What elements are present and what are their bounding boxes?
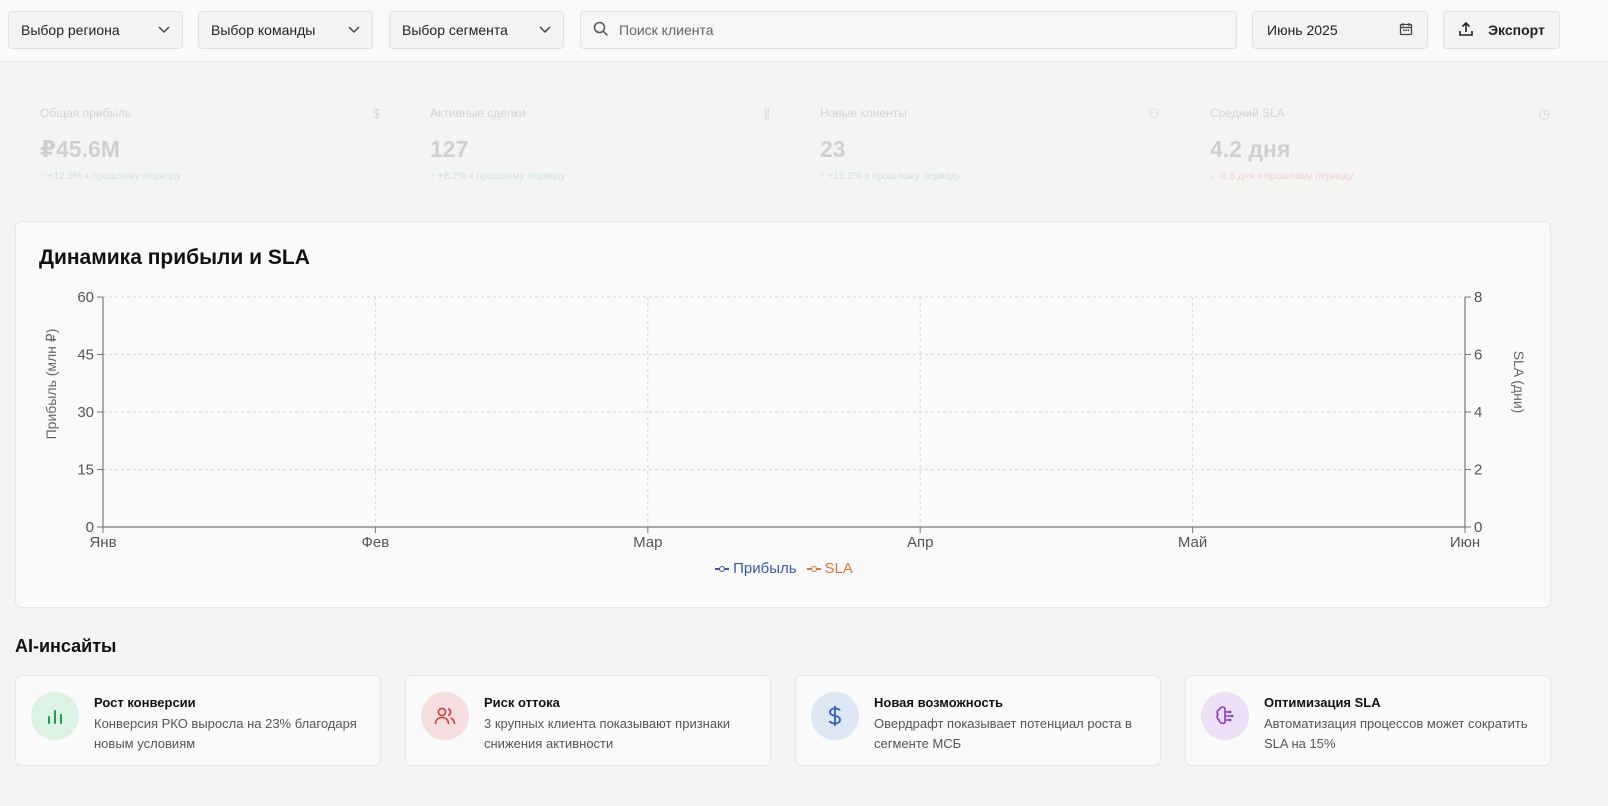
team-select[interactable]: Выбор команды [198,11,373,49]
insight-title: Новая возможность [874,695,1003,710]
kpi-label: Средний SLA [1210,106,1285,120]
clock-icon: ◷ [1538,106,1550,121]
dollar-icon: $ [372,106,380,121]
export-button[interactable]: Экспорт [1443,11,1560,49]
y-tick-label: 15 [77,462,94,479]
export-label: Экспорт [1488,22,1545,38]
region-select[interactable]: Выбор региона [8,11,183,49]
insight-card[interactable]: Рост конверсии Конверсия РКО выросла на … [15,675,381,766]
chart-card: Динамика прибыли и SLA 0 15 30 45 60 Янв Фев Ма… [15,221,1551,608]
bar-chart-icon [31,692,79,740]
insight-title: Риск оттока [484,695,560,710]
kpi-label: Новые клиенты [820,106,907,120]
kpi-delta: ↑ +15.3% к прошлому периоду [820,171,962,182]
legend-item-profit[interactable]: Прибыль [715,560,797,577]
legend-item-sla[interactable]: SLA [806,560,853,577]
kpi-card-new-clients: Новые клиенты ⚇ 23 ↑ +15.3% к прошлому п… [820,106,1160,182]
segment-select[interactable]: Выбор сегмента [389,11,564,49]
x-tick-label: Июн [1450,534,1480,551]
profit-sla-chart: 015304560Янв Фев Мар Апр Май Июн02468Прибыль … [43,289,1527,551]
chevron-down-icon [539,24,551,36]
kpi-value: 4.2 дня [1210,136,1291,162]
y2-tick-label: 2 [1474,462,1482,479]
kpi-label: Общая прибыль [40,106,132,120]
search-input[interactable] [619,22,1219,38]
y2-axis-title: SLA (дни) [1511,351,1527,414]
chevron-down-icon [158,24,170,36]
y-tick-label: 45 [77,347,94,364]
y2-tick-label: 8 [1474,289,1482,306]
search-icon [593,21,609,40]
insight-text: Овердрафт показывает потенциал роста в с… [874,716,1132,751]
date-picker-label: Июнь 2025 [1267,22,1338,38]
users-icon [421,692,469,740]
x-tick-label: Янв [89,534,116,551]
kpi-row: Общая прибыль $ ₽45.6M ↑ +12.5% к прошло… [0,66,1608,206]
y2-tick-label: 6 [1474,347,1482,364]
y-tick-label: 30 [77,404,94,421]
chart-legend: Прибыль SLA [16,560,1552,577]
legend-swatch [715,565,730,573]
kpi-value: ₽45.6M [40,136,120,162]
kpi-label: Активные сделки [430,106,526,120]
insight-title: Оптимизация SLA [1264,695,1381,710]
kpi-card-profit: Общая прибыль $ ₽45.6M ↑ +12.5% к прошло… [40,106,380,182]
legend-label: SLA [824,560,853,577]
x-tick-label: Апр [907,534,933,551]
upload-icon [1458,21,1474,40]
chevron-down-icon [348,24,360,36]
dollar-icon [811,692,859,740]
insight-text: Автоматизация процессов может сократить … [1264,716,1528,751]
kpi-value: 23 [820,136,846,162]
insight-card[interactable]: Новая возможность Овердрафт показывает п… [795,675,1161,766]
kpi-value: 127 [430,136,469,162]
deals-icon: ⫼ [764,106,770,121]
insight-card[interactable]: Риск оттока 3 крупных клиента показывают… [405,675,771,766]
insight-title: Рост конверсии [94,695,196,710]
y2-tick-label: 4 [1474,404,1482,421]
toolbar: Выбор региона Выбор команды Выбор сегмен… [0,0,1608,62]
segment-select-label: Выбор сегмента [402,22,508,38]
kpi-delta: ↑ +8.2% к прошлому периоду [430,171,566,182]
insight-text: 3 крупных клиента показывают признаки сн… [484,716,731,751]
kpi-delta: ↓ -0.8 дня к прошлому периоду [1210,171,1354,182]
calendar-icon [1399,22,1413,39]
team-select-label: Выбор команды [211,22,316,38]
x-tick-label: Фев [362,534,390,551]
users-icon: ⚇ [1148,106,1160,121]
x-tick-label: Мар [633,534,662,551]
brain-icon [1201,692,1249,740]
insight-text: Конверсия РКО выросла на 23% благодаря н… [94,716,357,751]
region-select-label: Выбор региона [21,22,120,38]
y-axis-title: Прибыль (млн ₽) [43,329,59,440]
kpi-delta: ↑ +12.5% к прошлому периоду [40,171,182,182]
x-tick-label: Май [1178,534,1207,551]
date-picker[interactable]: Июнь 2025 [1252,11,1428,49]
insight-card[interactable]: Оптимизация SLA Автоматизация процессов … [1185,675,1551,766]
y-tick-label: 60 [77,289,94,306]
y2-tick-label: 0 [1474,519,1482,536]
legend-label: Прибыль [733,560,797,577]
legend-swatch [806,565,821,573]
client-search[interactable] [580,11,1237,49]
kpi-card-sla: Средний SLA ◷ 4.2 дня ↓ -0.8 дня к прошл… [1210,106,1550,182]
insights-title: AI-инсайты [15,636,117,656]
kpi-card-deals: Активные сделки ⫼ 127 ↑ +8.2% к прошлому… [430,106,770,182]
